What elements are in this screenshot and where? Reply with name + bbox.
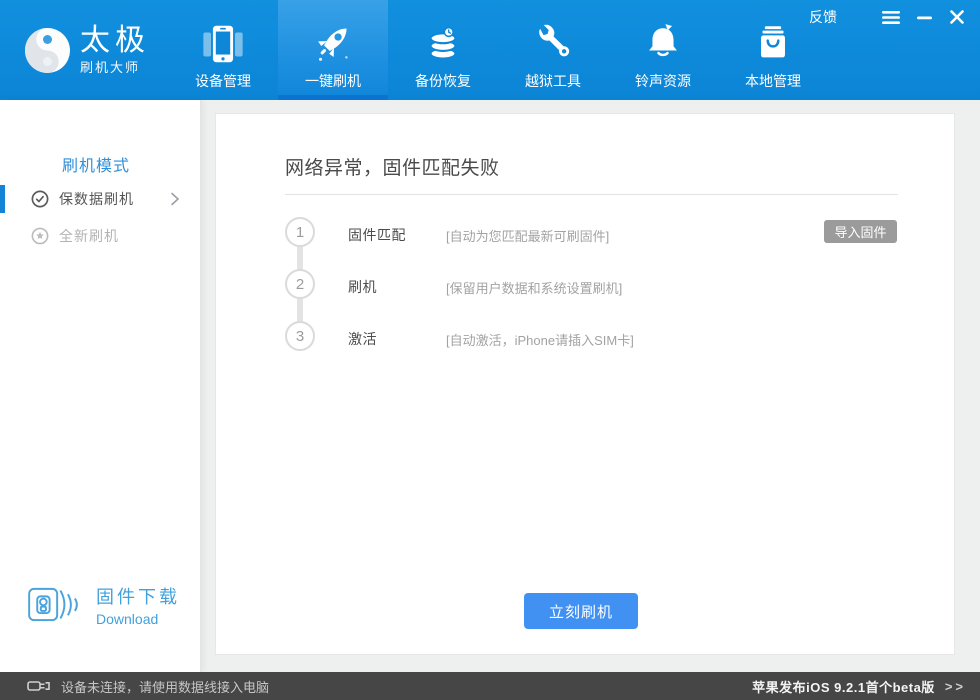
wrench-icon bbox=[530, 21, 576, 67]
step-description: [自动激活，iPhone请插入SIM卡] bbox=[446, 330, 634, 349]
step-number-badge: 3 bbox=[285, 321, 315, 351]
main-nav: 设备管理 一键刷机 bbox=[168, 0, 828, 100]
window-controls: 反馈 bbox=[809, 7, 968, 27]
hamburger-menu-icon bbox=[882, 11, 900, 24]
app-window: 太极 刷机大师 设备管理 bbox=[0, 0, 980, 700]
chevron-right-icon bbox=[170, 192, 180, 206]
download-title: 固件下载 bbox=[96, 583, 180, 609]
bell-icon bbox=[640, 21, 686, 67]
sidebar: 刷机模式 保数据刷机 全新刷机 bbox=[0, 100, 201, 672]
tab-label: 越狱工具 bbox=[525, 71, 581, 91]
step-description: [保留用户数据和系统设置刷机] bbox=[446, 278, 622, 297]
step-label: 固件匹配 bbox=[348, 225, 406, 245]
minimize-button[interactable] bbox=[913, 8, 935, 26]
status-bar: 设备未连接，请使用数据线接入电脑 苹果发布iOS 9.2.1首个beta版 >> bbox=[0, 672, 980, 700]
import-firmware-button[interactable]: 导入固件 bbox=[824, 220, 897, 243]
brand-subtitle: 刷机大师 bbox=[80, 57, 150, 76]
backup-discs-icon bbox=[420, 21, 466, 67]
tab-ringtone-resources[interactable]: 铃声资源 bbox=[608, 0, 718, 100]
usb-cable-icon bbox=[27, 679, 50, 693]
app-logo: 太极 刷机大师 bbox=[24, 25, 150, 76]
sidebar-item-keep-data-flash[interactable]: 保数据刷机 bbox=[0, 185, 200, 213]
tab-label: 本地管理 bbox=[745, 71, 801, 91]
menu-button[interactable] bbox=[880, 8, 902, 26]
tab-jailbreak-tools[interactable]: 越狱工具 bbox=[498, 0, 608, 100]
step-label: 刷机 bbox=[348, 277, 377, 297]
sidebar-item-label: 保数据刷机 bbox=[59, 189, 134, 209]
minimize-icon bbox=[917, 11, 932, 24]
error-heading: 网络异常，固件匹配失败 bbox=[285, 153, 500, 180]
tab-device-manage[interactable]: 设备管理 bbox=[168, 0, 278, 100]
news-ticker-link[interactable]: 苹果发布iOS 9.2.1首个beta版 bbox=[752, 677, 935, 696]
news-more-link[interactable]: >> bbox=[945, 679, 966, 694]
step-label: 激活 bbox=[348, 329, 377, 349]
tab-label: 一键刷机 bbox=[305, 71, 361, 91]
active-indicator-bar bbox=[0, 185, 5, 213]
download-subtitle: Download bbox=[96, 611, 180, 627]
taiji-yinyang-icon bbox=[24, 27, 71, 74]
rocket-icon bbox=[310, 21, 356, 67]
tab-label: 备份恢复 bbox=[415, 71, 471, 91]
check-circle-icon bbox=[31, 190, 49, 208]
brand-title: 太极 bbox=[80, 25, 150, 56]
header-bar: 太极 刷机大师 设备管理 bbox=[0, 0, 980, 100]
tab-label: 铃声资源 bbox=[635, 71, 691, 91]
sidebar-item-fresh-flash[interactable]: 全新刷机 bbox=[0, 222, 200, 250]
firmware-download-shortcut[interactable]: 固件下载 Download bbox=[27, 578, 180, 632]
close-icon bbox=[950, 10, 964, 24]
star-circle-icon bbox=[31, 227, 49, 245]
phone-icon bbox=[200, 21, 246, 67]
tab-backup-restore[interactable]: 备份恢复 bbox=[388, 0, 498, 100]
sidebar-item-label: 全新刷机 bbox=[59, 226, 119, 246]
device-status-message: 设备未连接，请使用数据线接入电脑 bbox=[61, 677, 269, 696]
feedback-link[interactable]: 反馈 bbox=[809, 7, 837, 27]
step-number-badge: 2 bbox=[285, 269, 315, 299]
tab-one-click-flash[interactable]: 一键刷机 bbox=[278, 0, 388, 100]
flash-now-button[interactable]: 立刻刷机 bbox=[524, 593, 638, 629]
flash-wizard-panel: 网络异常，固件匹配失败 1 固件匹配 [自动为您匹配最新可刷固件] 2 刷机 [… bbox=[215, 113, 955, 655]
step-description: [自动为您匹配最新可刷固件] bbox=[446, 226, 609, 245]
step-number-badge: 1 bbox=[285, 217, 315, 247]
tab-label: 设备管理 bbox=[195, 71, 251, 91]
close-button[interactable] bbox=[946, 8, 968, 26]
storage-box-icon bbox=[750, 21, 796, 67]
firmware-download-icon bbox=[27, 578, 83, 632]
heading-divider bbox=[285, 194, 898, 195]
sidebar-section-title: 刷机模式 bbox=[62, 152, 130, 176]
